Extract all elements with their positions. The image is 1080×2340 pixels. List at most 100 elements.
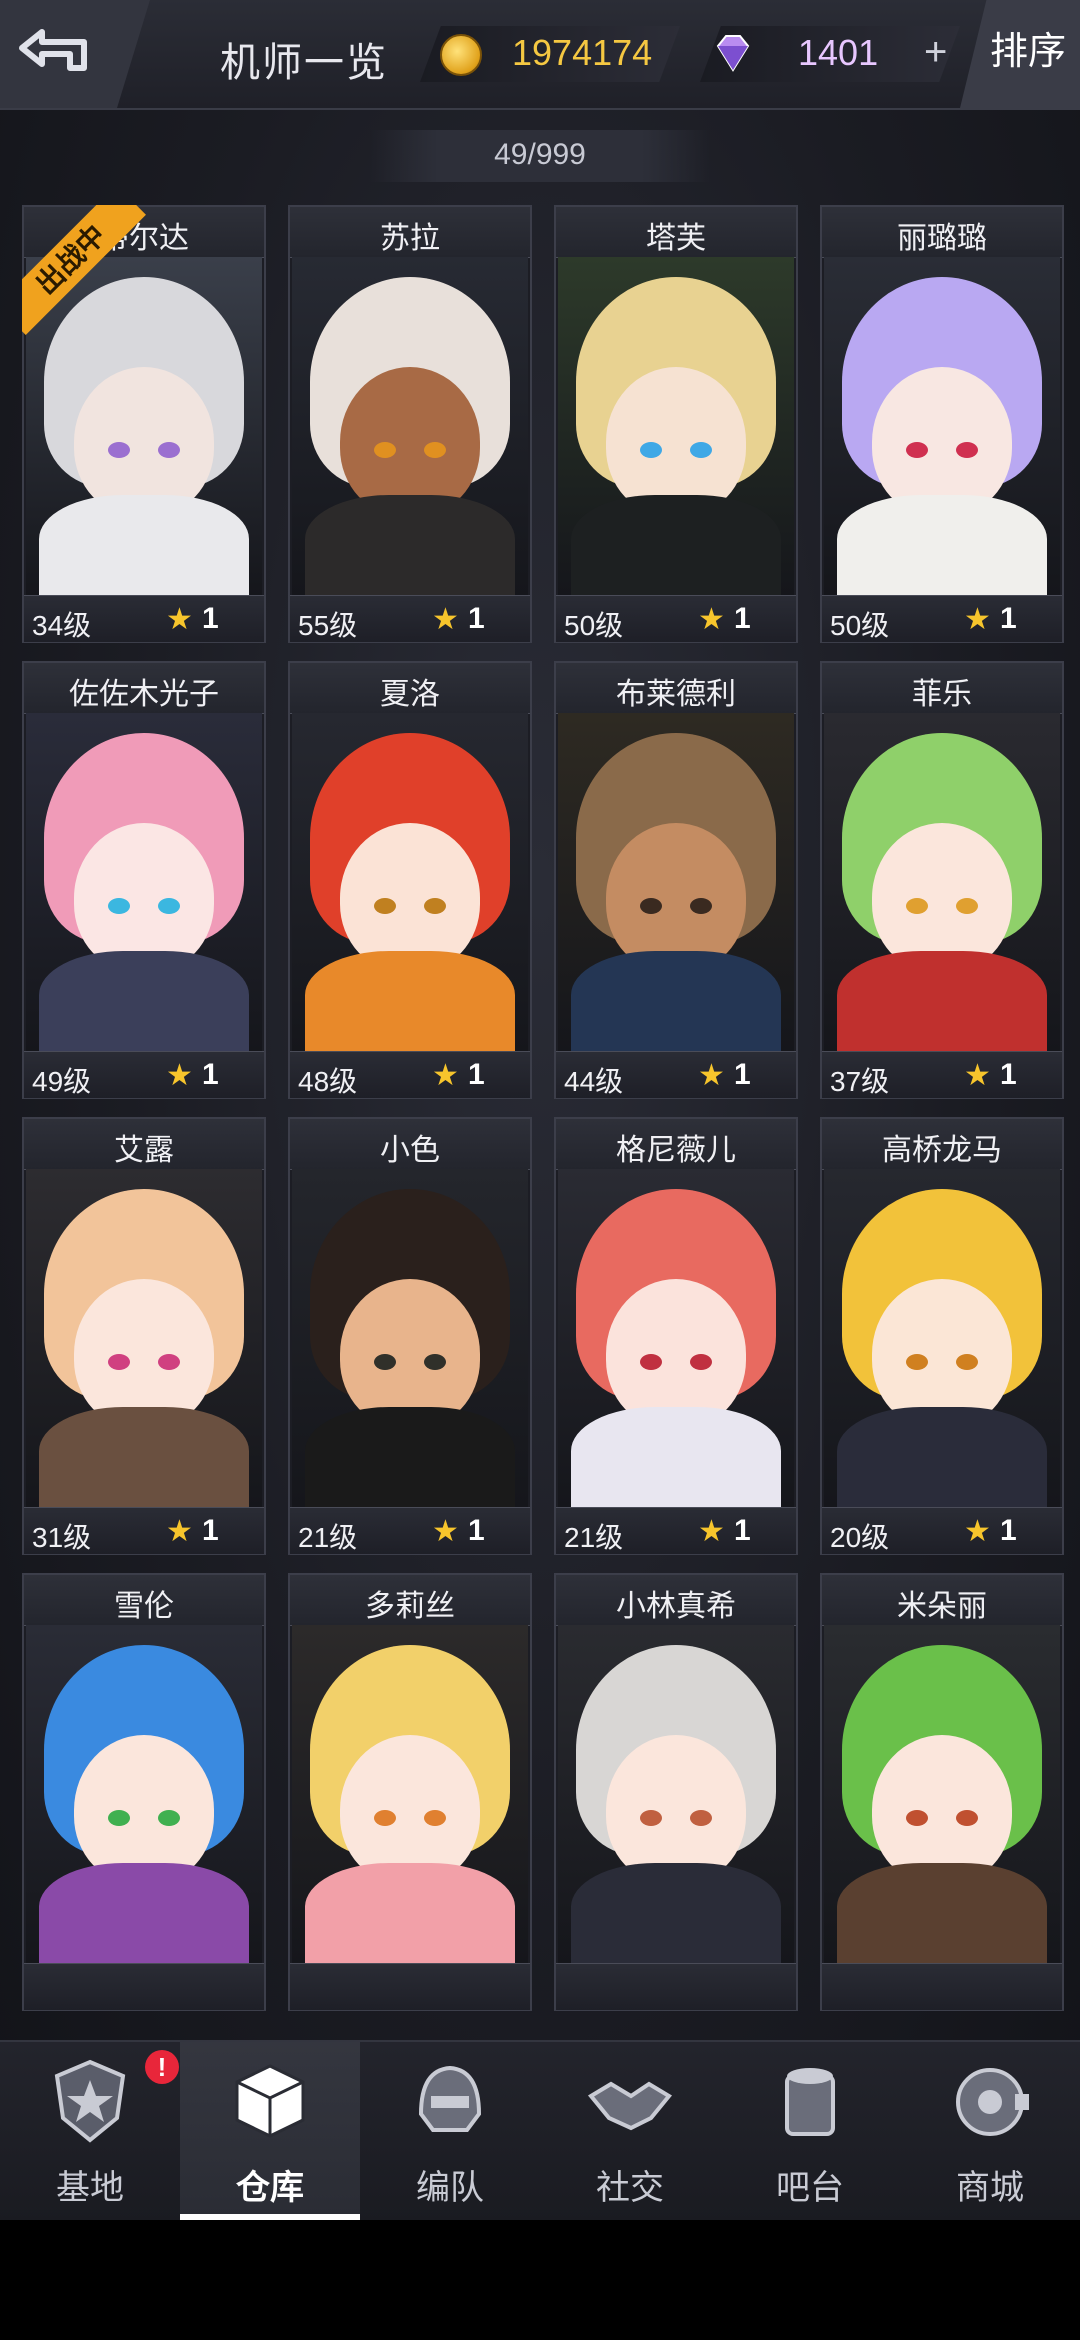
nav-item[interactable]: 社交 <box>540 2042 720 2222</box>
pilot-card[interactable]: 菲乐 37级 ★ 1 <box>820 661 1064 1099</box>
back-button[interactable] <box>0 0 150 108</box>
coin-amount: 1974174 <box>512 32 653 73</box>
card-info-bar: ★ <box>556 1963 796 2010</box>
star-count: 1 <box>202 602 219 635</box>
card-name-bar: 小色 <box>290 1119 530 1170</box>
card-name-bar: 格尼薇儿 <box>556 1119 796 1170</box>
star-icon: ★ <box>964 603 991 636</box>
pilot-name: 夏洛 <box>380 678 440 711</box>
star-icon: ★ <box>432 1059 459 1092</box>
star-icon: ★ <box>698 1515 725 1548</box>
star-count: 1 <box>1000 1514 1017 1547</box>
portrait-outfit <box>837 1407 1047 1507</box>
handshake-icon <box>585 2056 675 2146</box>
card-info-bar: 34级 ★ 1 <box>24 595 264 642</box>
card-info-bar: ★ <box>24 1963 264 2010</box>
star-count: 1 <box>468 1514 485 1547</box>
pilot-card[interactable]: 高桥龙马 20级 ★ 1 <box>820 1117 1064 1555</box>
pilot-level: 50级 <box>564 610 624 641</box>
card-info-bar: 50级 ★ 1 <box>822 595 1062 642</box>
star-icon: ★ <box>166 1515 193 1548</box>
card-name-bar: 小林真希 <box>556 1575 796 1626</box>
star-count: 1 <box>468 1058 485 1091</box>
pilot-portrait <box>558 1625 794 1963</box>
sort-label: 排序 <box>990 31 1067 73</box>
portrait-eye-left <box>640 1810 662 1826</box>
star-icon: ★ <box>698 1059 725 1092</box>
pilot-card[interactable]: 丽璐璐 50级 ★ 1 <box>820 205 1064 643</box>
card-info-bar: 55级 ★ 1 <box>290 595 530 642</box>
pilot-card[interactable]: 蒂尔达 34级 ★ 1 出战中 <box>22 205 266 643</box>
star-icon: ★ <box>166 1059 193 1092</box>
portrait-outfit <box>305 1407 515 1507</box>
nav-item[interactable]: 商城 <box>900 2042 1080 2222</box>
star-count: 1 <box>734 602 751 635</box>
portrait-eye-right <box>158 1354 180 1370</box>
pilot-level: 34级 <box>32 610 92 641</box>
pilot-card[interactable]: 佐佐木光子 49级 ★ 1 <box>22 661 266 1099</box>
add-gems-button[interactable]: + <box>924 30 947 75</box>
card-name-bar: 多莉丝 <box>290 1575 530 1626</box>
nav-label: 商城 <box>956 2169 1024 2207</box>
pilot-card[interactable]: 小色 21级 ★ 1 <box>288 1117 532 1555</box>
portrait-eye-left <box>374 1810 396 1826</box>
pilot-portrait <box>824 1625 1060 1963</box>
card-name-bar: 塔芙 <box>556 207 796 258</box>
pilot-card[interactable]: 苏拉 55级 ★ 1 <box>288 205 532 643</box>
pilot-portrait <box>292 713 528 1051</box>
portrait-eye-left <box>640 1354 662 1370</box>
card-name-bar: 高桥龙马 <box>822 1119 1062 1170</box>
card-name-bar: 苏拉 <box>290 207 530 258</box>
portrait-eye-left <box>108 1354 130 1370</box>
nav-item[interactable]: 仓库 <box>180 2042 360 2222</box>
pilot-portrait <box>824 713 1060 1051</box>
page-title: 机师一览 <box>220 41 388 85</box>
pilot-card[interactable]: 塔芙 50级 ★ 1 <box>554 205 798 643</box>
pilot-portrait <box>292 257 528 595</box>
portrait-eye-left <box>906 1354 928 1370</box>
pilot-card[interactable]: 布莱德利 44级 ★ 1 <box>554 661 798 1099</box>
portrait-eye-left <box>374 898 396 914</box>
nav-item[interactable]: 编队 <box>360 2042 540 2222</box>
pilot-count: 49/999 <box>494 138 586 171</box>
pilot-card[interactable]: 夏洛 48级 ★ 1 <box>288 661 532 1099</box>
nav-label: 仓库 <box>236 2169 304 2207</box>
sort-button[interactable]: 排序 <box>960 0 1080 108</box>
pilot-card[interactable]: 格尼薇儿 21级 ★ 1 <box>554 1117 798 1555</box>
pilot-level: 21级 <box>298 1522 358 1553</box>
pilot-card[interactable]: 艾露 31级 ★ 1 <box>22 1117 266 1555</box>
portrait-eye-right <box>158 442 180 458</box>
card-info-bar: 48级 ★ 1 <box>290 1051 530 1098</box>
pilot-level: 44级 <box>564 1066 624 1097</box>
top-bar: 机师一览 1974174 1401 + 排序 <box>0 0 1080 110</box>
back-arrow-icon <box>19 29 87 71</box>
card-name-bar: 布莱德利 <box>556 663 796 714</box>
card-name-bar: 米朵丽 <box>822 1575 1062 1626</box>
card-info-bar: 50级 ★ 1 <box>556 595 796 642</box>
pilot-level: 31级 <box>32 1522 92 1553</box>
pilot-card[interactable]: 米朵丽 ★ <box>820 1573 1064 2011</box>
pilot-name: 小林真希 <box>616 1590 736 1623</box>
pilot-level: 20级 <box>830 1522 890 1553</box>
star-count: 1 <box>734 1514 751 1547</box>
portrait-eye-right <box>424 1810 446 1826</box>
portrait-eye-right <box>956 1810 978 1826</box>
pilot-name: 菲乐 <box>912 678 972 711</box>
pilot-card[interactable]: 小林真希 ★ <box>554 1573 798 2011</box>
pilot-name: 米朵丽 <box>897 1590 987 1623</box>
alert-badge: ! <box>145 2050 179 2084</box>
card-info-bar: 31级 ★ 1 <box>24 1507 264 1554</box>
nav-item[interactable]: 基地 ! <box>0 2042 180 2222</box>
pilot-level: 55级 <box>298 610 358 641</box>
pilot-card[interactable]: 雪伦 ★ <box>22 1573 266 2011</box>
nav-item[interactable]: 吧台 <box>720 2042 900 2222</box>
cube-icon <box>225 2056 315 2146</box>
pilot-name: 格尼薇儿 <box>616 1134 736 1167</box>
pilot-card[interactable]: 多莉丝 ★ <box>288 1573 532 2011</box>
portrait-eye-right <box>690 1810 712 1826</box>
card-name-bar: 菲乐 <box>822 663 1062 714</box>
pilot-portrait <box>824 1169 1060 1507</box>
portrait-outfit <box>39 1863 249 1963</box>
portrait-eye-right <box>158 898 180 914</box>
portrait-outfit <box>39 495 249 595</box>
